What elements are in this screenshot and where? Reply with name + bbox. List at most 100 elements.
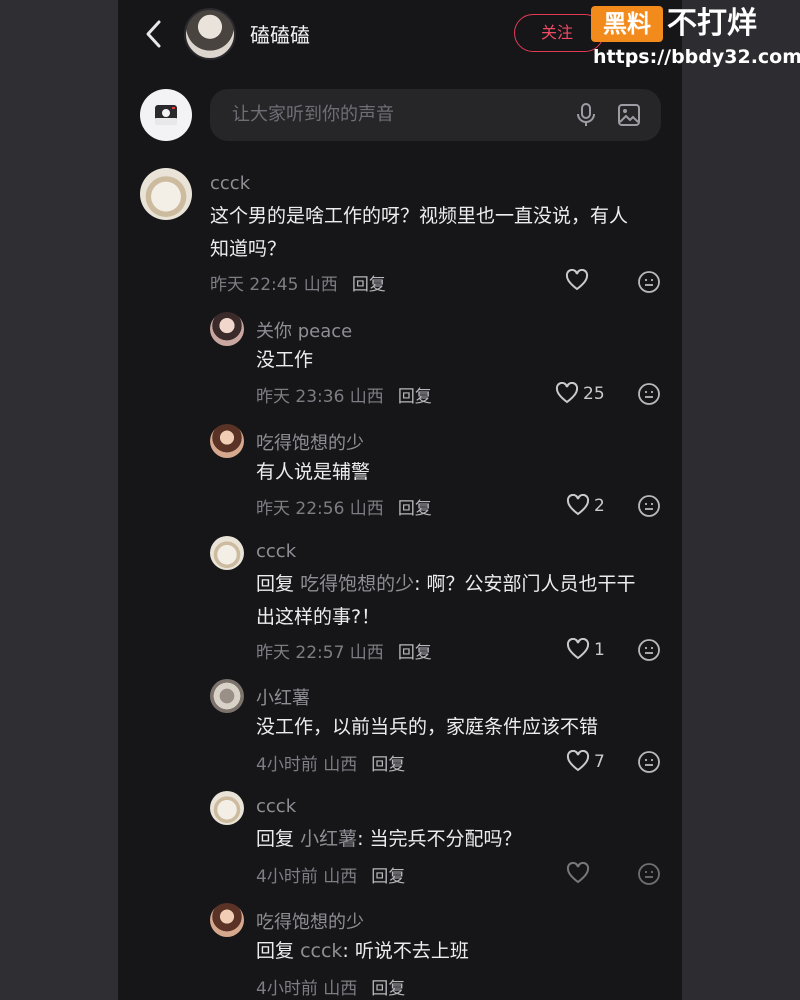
reply-prefix: 回复: [256, 828, 295, 850]
reply-item: 吃得饱想的少 有人说是辅警 昨天 22:56 山西 回复 2: [118, 424, 682, 524]
reply-prefix: 回复: [256, 940, 295, 962]
dislike-face-icon[interactable]: [637, 750, 661, 774]
comment-text-line: 知道吗？: [210, 238, 287, 260]
like-button[interactable]: 7: [566, 749, 605, 772]
heart-icon: [565, 268, 589, 291]
reply-button[interactable]: 回复: [371, 979, 405, 999]
reply-button[interactable]: 回复: [371, 867, 405, 887]
heart-icon: [566, 861, 590, 884]
author-name[interactable]: 磕磕磕: [250, 19, 310, 48]
reply-target[interactable]: 小红薯: [300, 828, 357, 850]
dislike-face-icon[interactable]: [637, 494, 661, 518]
backdrop-left: [0, 0, 118, 1000]
reply-button[interactable]: 回复: [371, 755, 405, 775]
dislike-face-icon[interactable]: [637, 862, 661, 886]
site-watermark: 黑料 不打烊 https://bbdy32.com: [591, 4, 800, 70]
heart-icon: [566, 637, 590, 660]
comment-text-line: 出这样的事?！: [256, 606, 381, 628]
watermark-slogan: 不打烊: [667, 6, 757, 41]
comment-time: 4小时前 山西: [256, 755, 358, 775]
like-count: 7: [594, 752, 605, 772]
reply-prefix: 回复: [256, 573, 295, 595]
comment-time: 昨天 22:57 山西: [256, 643, 384, 663]
comment-text: 没工作，以前当兵的，家庭条件应该不错: [256, 711, 598, 744]
comment-author[interactable]: ccck: [256, 541, 296, 562]
back-button[interactable]: [140, 16, 168, 52]
comment-text-line: 这个男的是啥工作的呀？视频里也一直没说，有人: [210, 205, 629, 227]
comment-text: 没工作: [256, 344, 313, 377]
watermark-url: https://bbdy32.com: [593, 46, 800, 68]
comment-input[interactable]: 让大家听到你的声音: [210, 89, 661, 141]
heart-icon: [566, 493, 590, 516]
dislike-face-icon[interactable]: [637, 382, 661, 406]
comment-time: 昨天 23:36 山西: [256, 387, 384, 407]
reply-target[interactable]: 吃得饱想的少: [300, 573, 414, 595]
microphone-icon[interactable]: [575, 102, 597, 128]
like-count: 25: [583, 384, 605, 404]
like-button[interactable]: 25: [555, 381, 605, 404]
comment-meta: 昨天 22:57 山西 回复: [256, 638, 432, 663]
comment-screen: 磕磕磕 关注 让大家听到你的声音 ccck 这个男的是啥工作的呀？视频里也一直没…: [118, 0, 682, 1000]
comment-text: 有人说是辅警: [256, 456, 370, 489]
chevron-left-icon: [146, 20, 161, 48]
comment-time: 昨天 22:45 山西: [210, 275, 338, 295]
comment-input-placeholder: 让大家听到你的声音: [232, 104, 394, 125]
comment-meta: 4小时前 山西 回复: [256, 750, 405, 775]
like-button[interactable]: [566, 861, 590, 884]
camera-icon: [155, 105, 177, 125]
comment-author[interactable]: 吃得饱想的少: [256, 908, 364, 934]
heart-icon: [555, 381, 579, 404]
comment-author[interactable]: 关你 peace: [256, 317, 352, 343]
reply-item: 关你 peace 没工作 昨天 23:36 山西 回复 25: [118, 312, 682, 412]
avatar[interactable]: [210, 791, 244, 825]
comment-author[interactable]: 吃得饱想的少: [256, 429, 364, 455]
comment-time: 4小时前 山西: [256, 979, 358, 999]
comment-text-line: 没工作，以前当兵的，家庭条件应该不错: [256, 716, 599, 738]
comment-text: 回复 ccck: 听说不去上班: [256, 935, 469, 968]
reply-item: ccck 回复 小红薯: 当完兵不分配吗？ 4小时前 山西 回复: [118, 791, 682, 891]
comment-author[interactable]: 小红薯: [256, 684, 310, 710]
like-button[interactable]: 2: [566, 493, 605, 516]
reply-button[interactable]: 回复: [352, 275, 386, 295]
reply-item: ccck 回复 吃得饱想的少: 啊？公安部门人员也干干 出这样的事?！ 昨天 2…: [118, 536, 682, 666]
comment-meta: 昨天 23:36 山西 回复: [256, 382, 432, 407]
reply-button[interactable]: 回复: [398, 387, 432, 407]
comment-text: 回复 吃得饱想的少: 啊？公安部门人员也干干 出这样的事?！: [256, 568, 636, 634]
comment-author[interactable]: ccck: [256, 796, 296, 817]
comment-author[interactable]: ccck: [210, 173, 250, 194]
avatar[interactable]: [210, 903, 244, 937]
backdrop-right: [682, 0, 800, 1000]
like-button[interactable]: [565, 268, 589, 291]
avatar[interactable]: [210, 312, 244, 346]
watermark-logo: 黑料: [591, 6, 663, 42]
avatar[interactable]: [210, 536, 244, 570]
like-button[interactable]: 1: [566, 637, 605, 660]
like-count: 2: [594, 496, 605, 516]
comment-text-line: 有人说是辅警: [256, 461, 371, 483]
author-avatar[interactable]: [184, 8, 236, 60]
dislike-face-icon[interactable]: [637, 638, 661, 662]
comment-item: ccck 这个男的是啥工作的呀？视频里也一直没说，有人 知道吗？ 昨天 22:4…: [118, 168, 682, 298]
comment-text: 回复 小红薯: 当完兵不分配吗？: [256, 823, 522, 856]
avatar[interactable]: [210, 679, 244, 713]
camera-post-button[interactable]: [140, 89, 192, 141]
reply-button[interactable]: 回复: [398, 643, 432, 663]
comment-time: 4小时前 山西: [256, 867, 358, 887]
reply-item: 小红薯 没工作，以前当兵的，家庭条件应该不错 4小时前 山西 回复 7: [118, 679, 682, 779]
comment-meta: 昨天 22:56 山西 回复: [256, 494, 432, 519]
reply-button[interactable]: 回复: [398, 499, 432, 519]
comment-text-line: : 听说不去上班: [342, 940, 469, 962]
avatar[interactable]: [210, 424, 244, 458]
dislike-face-icon[interactable]: [637, 270, 661, 294]
avatar[interactable]: [140, 168, 192, 220]
comment-text-line: 没工作: [256, 349, 314, 371]
comment-meta: 4小时前 山西 回复: [256, 862, 405, 887]
comment-meta: 昨天 22:45 山西 回复: [210, 270, 386, 295]
image-icon[interactable]: [617, 103, 641, 127]
like-count: 1: [594, 640, 605, 660]
comment-text: 这个男的是啥工作的呀？视频里也一直没说，有人 知道吗？: [210, 200, 628, 266]
reply-item: 吃得饱想的少 回复 ccck: 听说不去上班 4小时前 山西 回复: [118, 903, 682, 1000]
heart-icon: [566, 749, 590, 772]
comment-time: 昨天 22:56 山西: [256, 499, 384, 519]
reply-target[interactable]: ccck: [300, 940, 342, 962]
